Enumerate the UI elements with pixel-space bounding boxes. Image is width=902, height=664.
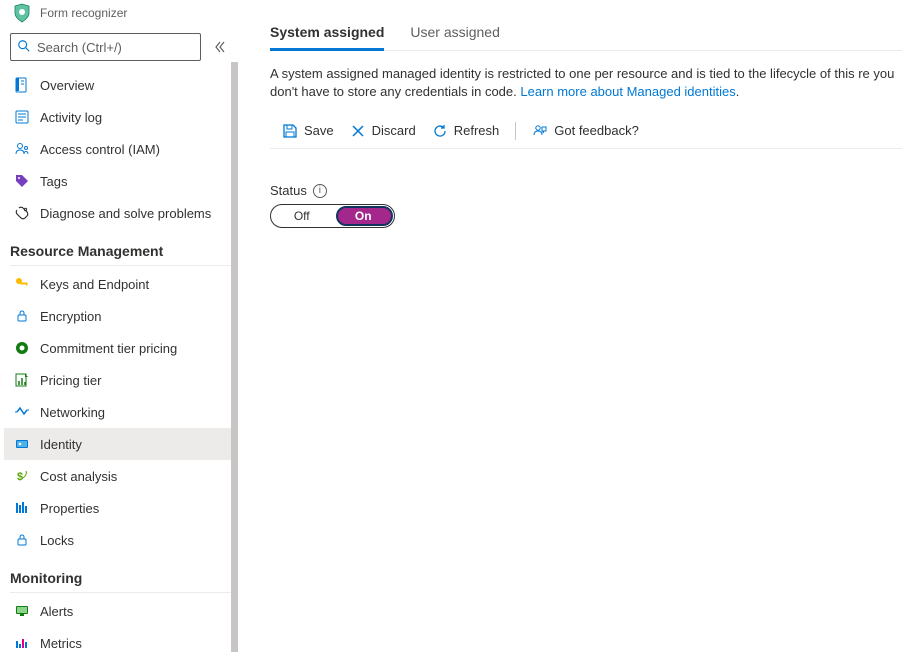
- resource-title: Form recognizer: [40, 6, 127, 20]
- identity-tabs: System assigned User assigned: [270, 18, 902, 51]
- feedback-button[interactable]: Got feedback?: [532, 113, 639, 148]
- divider: [10, 265, 233, 266]
- feedback-label: Got feedback?: [554, 123, 639, 138]
- nav-networking[interactable]: Networking: [4, 396, 239, 428]
- nav-label: Access control (IAM): [40, 142, 160, 157]
- section-title-resource-management: Resource Management: [4, 229, 239, 265]
- iam-icon: [14, 141, 30, 157]
- nav-cost-analysis[interactable]: $ Cost analysis: [4, 460, 239, 492]
- save-label: Save: [304, 123, 334, 138]
- nav-pricing-tier[interactable]: Pricing tier: [4, 364, 239, 396]
- nav-commitment-tier[interactable]: Commitment tier pricing: [4, 332, 239, 364]
- search-icon: [17, 39, 31, 56]
- properties-icon: [14, 500, 30, 516]
- networking-icon: [14, 404, 30, 420]
- discard-icon: [350, 123, 366, 139]
- overview-icon: [14, 77, 30, 93]
- resource-header: Form recognizer: [4, 0, 239, 27]
- toggle-on-label: On: [333, 209, 395, 223]
- nav-label: Cost analysis: [40, 469, 117, 484]
- identity-description: A system assigned managed identity is re…: [270, 65, 902, 101]
- nav-properties[interactable]: Properties: [4, 492, 239, 524]
- refresh-icon: [432, 123, 448, 139]
- nav-label: Networking: [40, 405, 105, 420]
- tab-system-assigned[interactable]: System assigned: [270, 18, 384, 50]
- nav-label: Diagnose and solve problems: [40, 206, 211, 221]
- nav-keys-endpoint[interactable]: Keys and Endpoint: [4, 268, 239, 300]
- lock-icon: [14, 308, 30, 324]
- nav-label: Activity log: [40, 110, 102, 125]
- nav-identity[interactable]: Identity: [4, 428, 239, 460]
- collapse-sidebar-button[interactable]: [209, 36, 231, 58]
- search-input[interactable]: [37, 40, 194, 55]
- nav-label: Properties: [40, 501, 99, 516]
- svg-text:$: $: [17, 471, 23, 483]
- nav-overview[interactable]: Overview: [4, 69, 239, 101]
- nav-label: Identity: [40, 437, 82, 452]
- refresh-label: Refresh: [454, 123, 500, 138]
- metrics-icon: [14, 635, 30, 651]
- status-label: Status: [270, 183, 307, 198]
- nav-tags[interactable]: Tags: [4, 165, 239, 197]
- pricing-icon: [14, 372, 30, 388]
- identity-icon: [14, 436, 30, 452]
- nav-label: Pricing tier: [40, 373, 101, 388]
- tab-user-assigned[interactable]: User assigned: [410, 18, 500, 50]
- nav-label: Tags: [40, 174, 67, 189]
- feedback-icon: [532, 123, 548, 139]
- nav-iam[interactable]: Access control (IAM): [4, 133, 239, 165]
- key-icon: [14, 276, 30, 292]
- sidebar-scrollbar[interactable]: [231, 62, 239, 652]
- nav-alerts[interactable]: Alerts: [4, 595, 239, 627]
- nav-label: Overview: [40, 78, 94, 93]
- activity-log-icon: [14, 109, 30, 125]
- sidebar: Form recognizer Overview Activity log: [0, 0, 240, 664]
- learn-more-link[interactable]: Learn more about Managed identities: [520, 84, 735, 99]
- section-title-monitoring: Monitoring: [4, 556, 239, 592]
- divider: [10, 592, 233, 593]
- resource-type-icon: [12, 3, 32, 23]
- main-content: System assigned User assigned A system a…: [240, 0, 902, 664]
- nav-label: Keys and Endpoint: [40, 277, 149, 292]
- nav-encryption[interactable]: Encryption: [4, 300, 239, 332]
- locks-icon: [14, 532, 30, 548]
- diagnose-icon: [14, 205, 30, 221]
- description-suffix: .: [736, 84, 740, 99]
- nav-label: Alerts: [40, 604, 73, 619]
- discard-button[interactable]: Discard: [350, 113, 416, 148]
- info-icon[interactable]: i: [313, 184, 327, 198]
- nav-label: Locks: [40, 533, 74, 548]
- tags-icon: [14, 173, 30, 189]
- nav-diagnose[interactable]: Diagnose and solve problems: [4, 197, 239, 229]
- nav-metrics[interactable]: Metrics: [4, 627, 239, 659]
- nav-label: Commitment tier pricing: [40, 341, 177, 356]
- nav-label: Encryption: [40, 309, 101, 324]
- nav-activity-log[interactable]: Activity log: [4, 101, 239, 133]
- save-button[interactable]: Save: [282, 113, 334, 148]
- status-toggle[interactable]: Off On: [270, 204, 395, 228]
- nav-label: Metrics: [40, 636, 82, 651]
- commitment-icon: [14, 340, 30, 356]
- toolbar-separator: [515, 122, 516, 140]
- nav-locks[interactable]: Locks: [4, 524, 239, 556]
- command-bar: Save Discard Refresh Got feedback?: [270, 113, 902, 149]
- alerts-icon: [14, 603, 30, 619]
- refresh-button[interactable]: Refresh: [432, 113, 500, 148]
- discard-label: Discard: [372, 123, 416, 138]
- cost-icon: $: [14, 468, 30, 484]
- sidebar-search[interactable]: [10, 33, 201, 61]
- save-icon: [282, 123, 298, 139]
- toggle-off-label: Off: [271, 209, 333, 223]
